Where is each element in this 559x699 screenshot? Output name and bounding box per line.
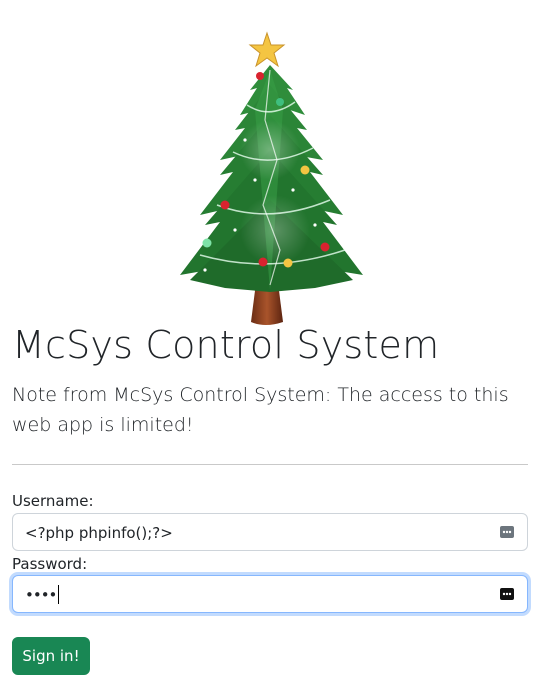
sign-in-button[interactable]: Sign in!	[12, 637, 90, 675]
password-input[interactable]: ••••	[12, 575, 528, 613]
password-label: Password:	[12, 555, 88, 573]
divider	[12, 464, 528, 465]
password-key-icon[interactable]	[500, 587, 514, 601]
username-value: <?php phpinfo();?>	[25, 523, 173, 542]
password-key-icon[interactable]	[500, 525, 514, 539]
text-caret	[58, 585, 60, 604]
login-page: McSys Control System Note from McSys Con…	[0, 0, 559, 699]
password-value: ••••	[25, 585, 57, 604]
access-note: Note from McSys Control System: The acce…	[12, 384, 509, 436]
page-title: McSys Control System	[12, 323, 440, 367]
username-label: Username:	[12, 492, 94, 510]
username-input[interactable]: <?php phpinfo();?>	[12, 513, 528, 551]
christmas-tree-icon	[180, 31, 363, 325]
